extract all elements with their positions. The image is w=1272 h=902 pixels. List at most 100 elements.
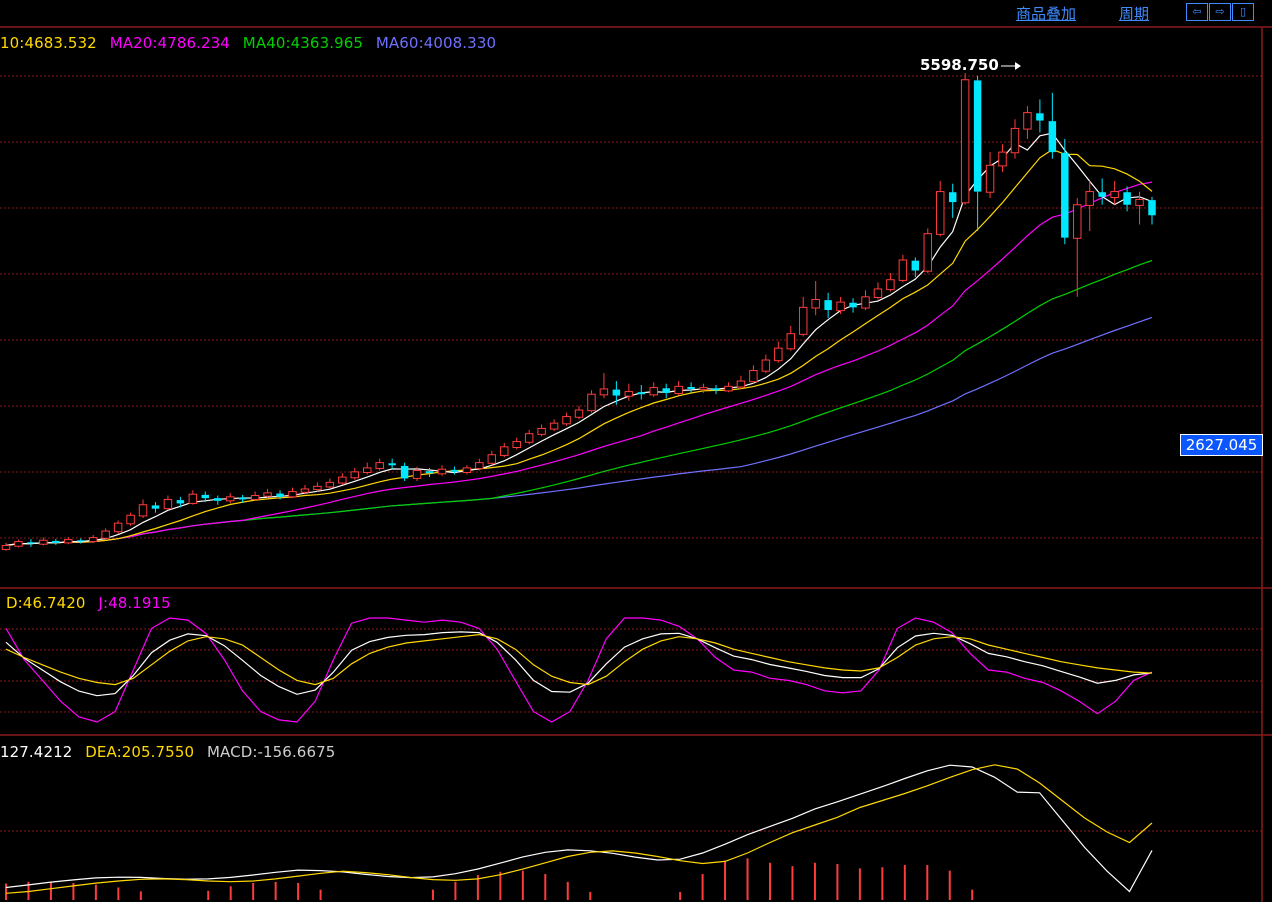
candle-body-up [113, 522, 123, 533]
macd-dif-line [5, 764, 1153, 893]
candle-body-up [462, 467, 472, 474]
candle-body-down [637, 392, 646, 395]
candle-body-down [911, 260, 920, 271]
candle-body-down [151, 505, 160, 509]
kdj-j-line [5, 617, 1153, 723]
candle-body-up [574, 409, 584, 418]
scroll-right-icon[interactable]: ⇨ [1209, 3, 1231, 21]
candle-body-down [687, 386, 695, 389]
candle-body-up [126, 514, 135, 525]
peak-marker [1001, 62, 1021, 70]
candle-body-up [250, 495, 260, 500]
candle-body-up [761, 359, 771, 372]
candle-body-up [886, 279, 895, 291]
macd-dif-value: 127.4212 [0, 743, 73, 761]
ma60-value: MA60:4008.330 [375, 34, 497, 52]
candle-body-down [388, 463, 396, 466]
ma5-line [5, 132, 1153, 547]
candle-body-down [1148, 200, 1156, 216]
ma20-value: MA20:4786.234 [109, 34, 230, 52]
ma60-line [5, 316, 1153, 547]
candle-body-down [400, 465, 409, 479]
candle-body-up [487, 454, 497, 464]
cursor-price-tag: 2627.045 [1180, 434, 1263, 456]
candle-body-up [325, 481, 335, 488]
candle-body-down [1123, 192, 1131, 205]
overlay-symbol-link[interactable]: 商品叠加 [1016, 3, 1076, 24]
candle-body-up [960, 79, 970, 204]
candle-body-up [437, 468, 447, 475]
candle-body-up [412, 470, 422, 479]
candle-body-up [1110, 191, 1119, 199]
candle-body-up [1073, 204, 1082, 239]
candle-body-up [313, 485, 322, 491]
candle-body-down [176, 500, 185, 504]
candle-body-up [338, 476, 347, 484]
candle-body-up [1010, 127, 1020, 154]
kdj-lines [5, 617, 1153, 723]
candle-body-up [101, 530, 110, 539]
candle-body-up [587, 393, 596, 412]
candle-body-down [849, 302, 857, 308]
kdj-j-value: J:48.1915 [98, 594, 171, 612]
ma10-value: 10:4683.532 [0, 34, 97, 52]
kdj-d-line [5, 633, 1153, 686]
macd-indicator-row: 127.4212 DEA:205.7550 MACD:-156.6675 [0, 743, 343, 761]
candle-body-up [724, 385, 733, 392]
candle-body-down [27, 542, 35, 544]
top-toolbar: 商品叠加 周期 ⇦ ⇨ ▯ [0, 0, 1272, 26]
candle-body-up [288, 491, 297, 498]
candle-body-down [1036, 113, 1044, 121]
candle-body-up [736, 380, 746, 388]
candle-body-up [599, 388, 609, 396]
candle-body-up [225, 496, 235, 502]
candle-body-up [1135, 198, 1144, 206]
candle-body-down [238, 497, 247, 500]
kdj-d-value: D:46.7420 [6, 594, 86, 612]
candle-body-up [774, 347, 783, 362]
candle-body-down [425, 471, 434, 474]
chart-canvas[interactable] [0, 0, 1272, 902]
scroll-left-icon[interactable]: ⇦ [1186, 3, 1208, 21]
ma10-line [5, 148, 1153, 547]
candlestick-series [1, 73, 1156, 551]
candle-body-up [562, 416, 571, 425]
candle-body-up [699, 387, 708, 391]
candle-body-up [500, 446, 509, 456]
panel-toggle-icon[interactable]: ▯ [1232, 3, 1254, 21]
candle-body-up [475, 462, 484, 470]
macd-dea-value: DEA:205.7550 [85, 743, 195, 761]
candle-body-up [624, 391, 634, 397]
candle-body-up [836, 301, 845, 312]
candle-body-up [14, 541, 23, 547]
candle-body-down [612, 389, 621, 396]
candle-body-up [188, 493, 198, 504]
candle-body-up [350, 471, 360, 479]
candle-body-down [201, 494, 210, 499]
candle-body-down [973, 80, 982, 192]
candle-body-up [512, 441, 521, 449]
peak-price-label: 5598.750 [920, 56, 999, 74]
candle-body-down [662, 388, 670, 393]
candle-body-down [948, 192, 957, 203]
macd-value: MACD:-156.6675 [206, 743, 336, 761]
macd-lines [5, 764, 1153, 900]
candle-body-down [276, 493, 284, 497]
candle-body-up [363, 467, 372, 474]
candle-body-down [1048, 121, 1057, 153]
period-link[interactable]: 周期 [1119, 3, 1149, 24]
candle-body-up [300, 488, 310, 493]
candle-body-up [1085, 191, 1094, 206]
candle-body-up [138, 504, 148, 517]
candle-body-up [649, 387, 658, 396]
candle-body-up [936, 191, 945, 235]
kdj-indicator-row: D:46.7420 J:48.1915 [6, 594, 179, 612]
candle-body-up [786, 333, 795, 350]
candle-body-up [798, 306, 808, 335]
macd-dea-line [5, 764, 1153, 894]
candle-body-down [1061, 152, 1069, 238]
candle-body-up [749, 370, 758, 383]
candle-body-up [985, 164, 995, 193]
candle-body-up [375, 462, 384, 470]
candle-body-up [873, 288, 883, 298]
